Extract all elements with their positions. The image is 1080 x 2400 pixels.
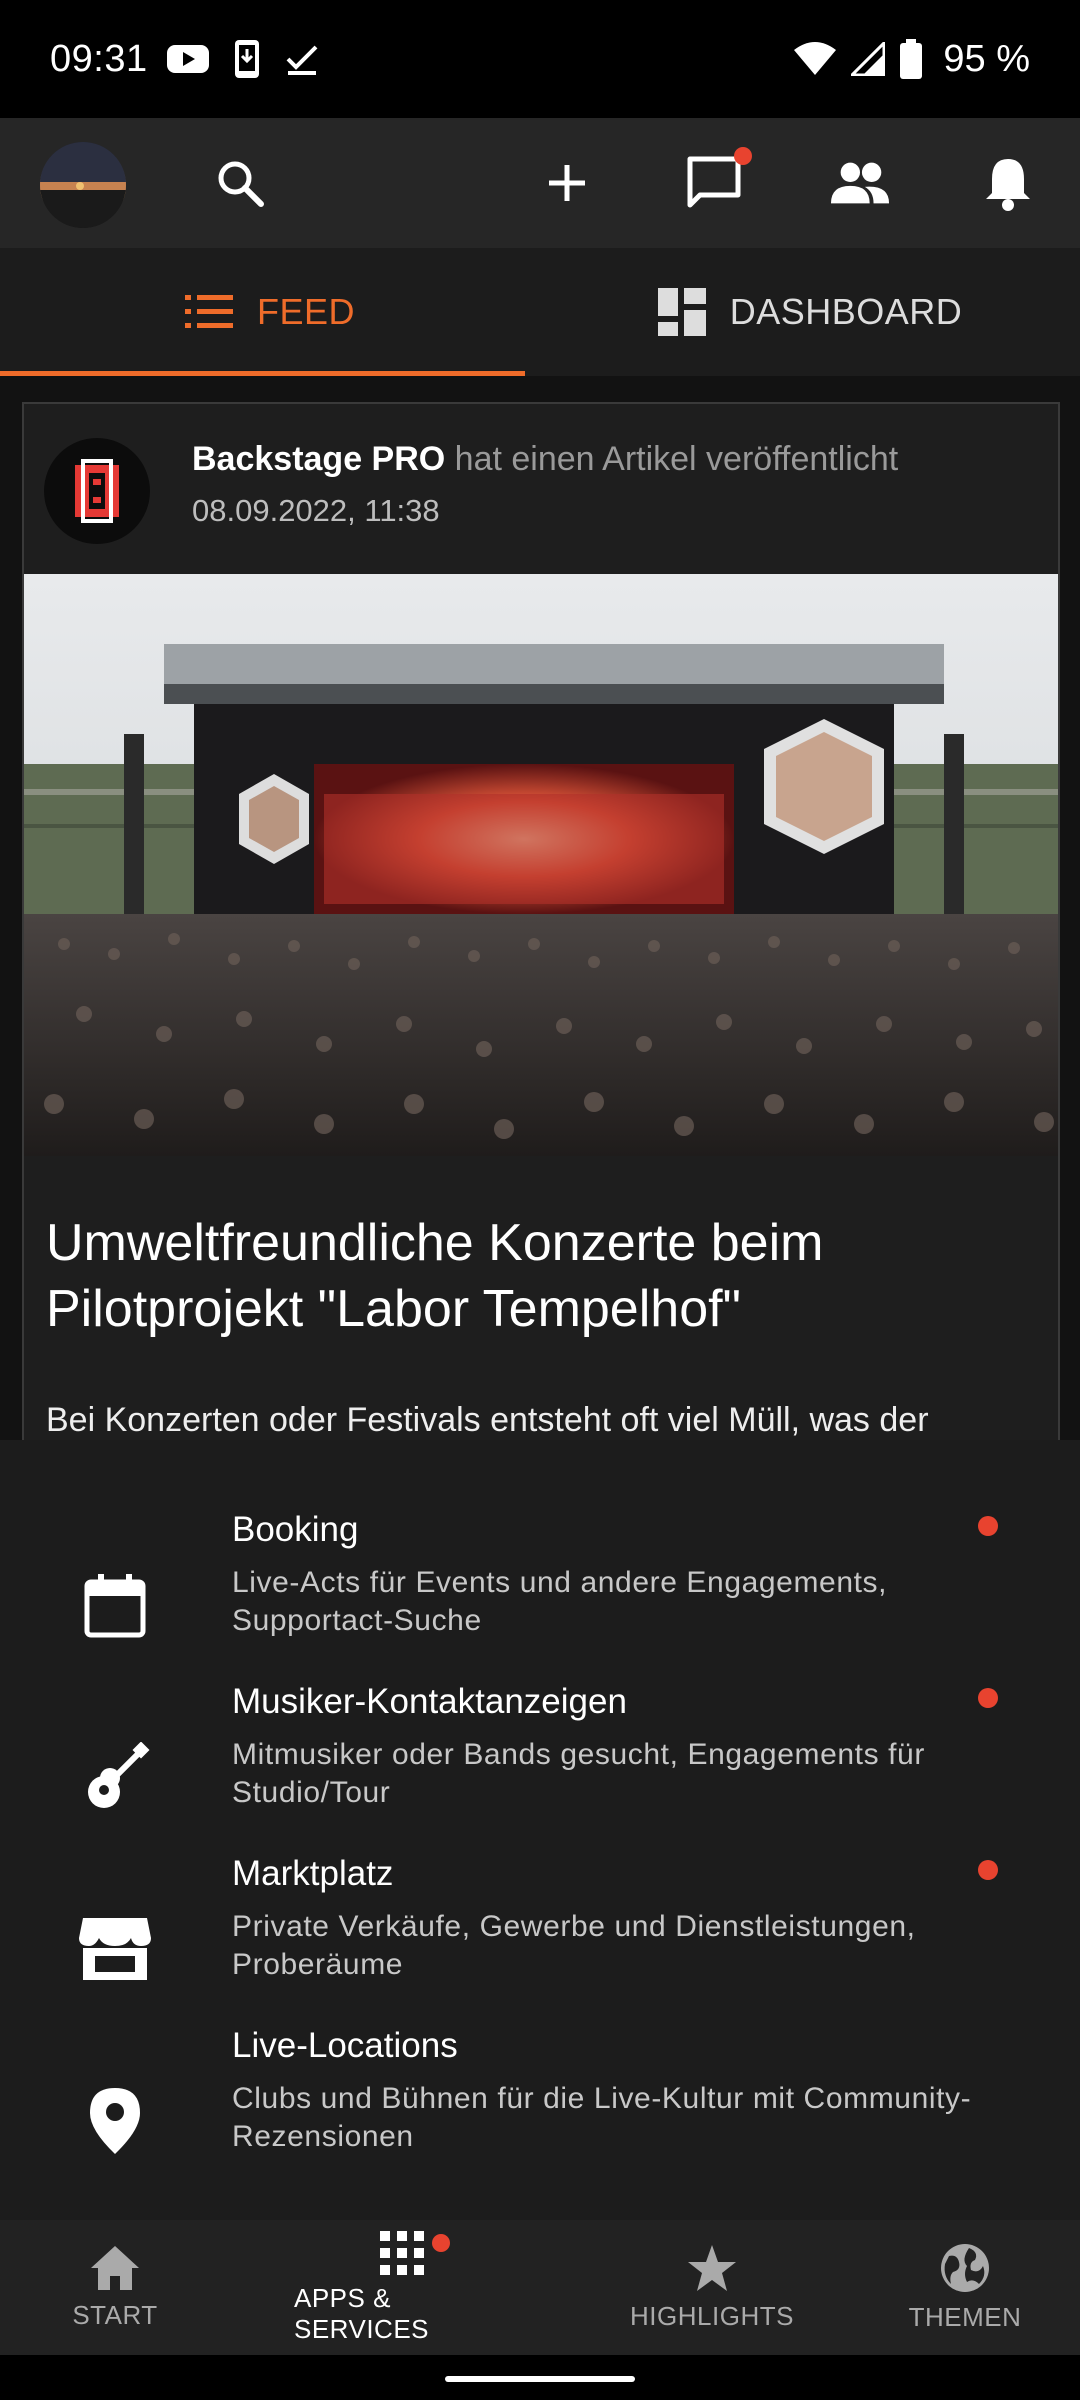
- calendar-icon: [84, 1574, 146, 1638]
- nav-label: HIGHLIGHTS: [630, 2301, 794, 2331]
- sheet-item-title: Musiker-Kontaktanzeigen: [232, 1682, 627, 1721]
- home-icon: [91, 2246, 139, 2290]
- sheet-item-booking[interactable]: Booking Live-Acts für Events und andere …: [0, 1510, 1080, 1682]
- wifi-icon: [794, 42, 837, 75]
- app-screen: 09:31 95 % FEED DASHBOARD Backstage PRO …: [0, 0, 1080, 2400]
- search-button[interactable]: [210, 153, 270, 213]
- status-notification-icons: [166, 39, 320, 79]
- sheet-item-description: Clubs und Bühnen für die Live-Kultur mit…: [232, 2082, 972, 2153]
- phone-download-icon: [234, 40, 259, 78]
- search-icon: [218, 161, 264, 207]
- bell-icon: [986, 159, 1030, 211]
- new-badge: [978, 1516, 998, 1536]
- new-badge: [978, 1688, 998, 1708]
- location-pin-icon: [90, 2088, 140, 2154]
- battery-percentage: 95 %: [943, 37, 1030, 80]
- contacts-button[interactable]: [830, 153, 890, 213]
- messages-badge: [734, 147, 752, 165]
- people-icon: [830, 162, 890, 204]
- sheet-item-title: Live-Locations: [232, 2026, 458, 2065]
- article-image[interactable]: [24, 574, 1058, 1156]
- nav-label: APPS & SERVICES: [294, 2282, 430, 2344]
- tab-feed-label: FEED: [256, 291, 355, 332]
- nav-apps-services[interactable]: APPS & SERVICES: [294, 2220, 510, 2355]
- sheet-item-musiker[interactable]: Musiker-Kontaktanzeigen Mitmusiker oder …: [0, 1682, 1080, 1854]
- card-header: Backstage PRO hat einen Artikel veröffen…: [24, 404, 1058, 574]
- publisher-name[interactable]: Backstage PRO: [192, 440, 445, 478]
- status-bar: 09:31 95 %: [0, 0, 1080, 118]
- messages-button[interactable]: [684, 147, 752, 213]
- card-datetime: 08.09.2022, 11:38: [192, 493, 440, 528]
- feed-card[interactable]: Backstage PRO hat einen Artikel veröffen…: [22, 402, 1060, 1440]
- publish-action: hat einen Artikel veröffentlicht: [445, 440, 899, 478]
- guitar-icon: [88, 1742, 150, 1808]
- article-excerpt: Bei Konzerten oder Festivals entsteht of…: [46, 1401, 929, 1439]
- new-badge: [978, 1860, 998, 1880]
- sheet-item-description: Private Verkäufe, Gewerbe und Dienstleis…: [232, 1910, 916, 1981]
- feed-dashboard-tabs: FEED DASHBOARD: [0, 248, 1080, 376]
- status-time: 09:31: [50, 37, 148, 80]
- publisher-logo[interactable]: [44, 438, 150, 544]
- sheet-item-marktplatz[interactable]: Marktplatz Private Verkäufe, Gewerbe und…: [0, 1854, 1080, 2026]
- star-icon: [688, 2245, 736, 2291]
- gesture-handle[interactable]: [445, 2376, 635, 2382]
- dashboard-icon: [657, 288, 706, 336]
- sheet-item-description: Mitmusiker oder Bands gesucht, Engagemen…: [232, 1738, 925, 1809]
- apps-grid-icon: [380, 2230, 424, 2275]
- concert-photo: [24, 574, 1058, 1156]
- chat-icon: [687, 156, 741, 208]
- status-system-icons: 95 %: [793, 38, 1030, 81]
- battery-icon: [900, 39, 923, 79]
- store-icon: [79, 1918, 151, 1980]
- plus-icon: [549, 165, 585, 201]
- nav-badge: [432, 2234, 450, 2252]
- signal-icon: [851, 42, 886, 76]
- nav-label: THEMEN: [908, 2302, 1022, 2332]
- sheet-item-title: Booking: [232, 1510, 359, 1549]
- tab-feed[interactable]: FEED: [0, 248, 540, 376]
- check-icon: [286, 45, 318, 75]
- youtube-icon: [166, 45, 209, 73]
- app-bar: [0, 118, 1080, 248]
- feed-list[interactable]: Backstage PRO hat einen Artikel veröffen…: [0, 376, 1080, 1440]
- sheet-item-live-locations[interactable]: Live-Locations Clubs und Bühnen für die …: [0, 2026, 1080, 2198]
- apps-services-sheet: Booking Live-Acts für Events und andere …: [0, 1440, 1080, 2220]
- nav-start[interactable]: START: [55, 2220, 175, 2355]
- nav-label: START: [72, 2300, 158, 2330]
- nav-themen[interactable]: THEMEN: [905, 2220, 1025, 2355]
- card-byline: Backstage PRO hat einen Artikel veröffen…: [192, 440, 898, 479]
- tab-dashboard[interactable]: DASHBOARD: [540, 248, 1080, 376]
- sheet-item-title: Marktplatz: [232, 1854, 394, 1893]
- notifications-button[interactable]: [978, 153, 1038, 213]
- article-title[interactable]: Umweltfreundliche Konzerte beim Pilotpro…: [46, 1210, 1036, 1342]
- globe-icon: [941, 2244, 989, 2292]
- bottom-navigation: START APPS & SERVICES HIGHLIGHTS THEMEN: [0, 2220, 1080, 2355]
- create-button[interactable]: [537, 153, 597, 213]
- sheet-item-description: Live-Acts für Events und andere Engageme…: [232, 1566, 888, 1637]
- nav-highlights[interactable]: HIGHLIGHTS: [620, 2220, 804, 2355]
- list-icon: [184, 295, 233, 328]
- avatar[interactable]: [40, 142, 126, 228]
- tab-dashboard-label: DASHBOARD: [729, 291, 963, 332]
